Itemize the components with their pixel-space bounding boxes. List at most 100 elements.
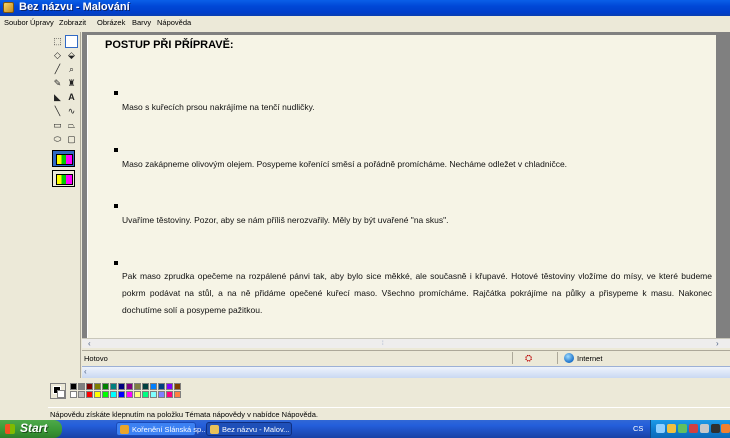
step-2-text: Maso zakápneme olivovým olejem. Posypeme…	[122, 159, 568, 169]
bullet-1	[114, 91, 118, 95]
color-palette	[48, 381, 208, 401]
rect-select-icon[interactable]	[65, 35, 78, 48]
tool-box: ⬚ ◇ ⬙ ╱ ⌕ ✎ ♜ ◣ A ╲ ∿ ▭ ⏢ ⬭ ▢	[48, 32, 81, 378]
palette-swatch[interactable]	[102, 383, 109, 390]
antivirus-icon[interactable]	[689, 424, 698, 433]
palette-swatch[interactable]	[70, 383, 77, 390]
status-bar: Nápovědu získáte klepnutím na položku Té…	[48, 407, 730, 420]
tray-app-icon[interactable]	[700, 424, 709, 433]
transparent-option-icon[interactable]	[52, 170, 75, 187]
paint-app-icon[interactable]	[3, 2, 14, 13]
browser-icon	[120, 425, 129, 434]
pencil-icon[interactable]: ✎	[51, 77, 64, 90]
palette-swatch[interactable]	[166, 391, 173, 398]
magnifier-icon[interactable]: ⌕	[65, 63, 78, 76]
polygon-icon[interactable]: ⏢	[65, 119, 78, 132]
color-picker-icon[interactable]: ╱	[51, 63, 64, 76]
palette-swatch[interactable]	[70, 391, 77, 398]
palette-swatch[interactable]	[94, 391, 101, 398]
rectangle-icon[interactable]: ▭	[51, 119, 64, 132]
palette-swatch[interactable]	[78, 383, 85, 390]
tray-app-icon[interactable]	[711, 424, 720, 433]
palette-swatch[interactable]	[86, 383, 93, 390]
text-icon[interactable]: A	[65, 91, 78, 104]
curve-icon[interactable]: ∿	[65, 105, 78, 118]
palette-swatch[interactable]	[110, 383, 117, 390]
palette-swatch[interactable]	[174, 383, 181, 390]
system-tray	[650, 420, 730, 438]
taskbar-label: Bez názvu - Malov...	[222, 425, 290, 434]
menu-napoveda[interactable]: Nápověda	[157, 18, 191, 27]
palette-swatch[interactable]	[166, 383, 173, 390]
paint-window: Bez názvu - Malování Soubor Úpravy Zobra…	[0, 0, 730, 438]
palette-swatch[interactable]	[158, 391, 165, 398]
scroll-left-icon[interactable]: ‹	[88, 339, 91, 349]
security-lock-icon: ⛭	[525, 353, 533, 363]
bullet-2	[114, 148, 118, 152]
opaque-option-icon[interactable]	[52, 150, 75, 167]
taskbar-button-browser[interactable]: Kořenění Slánská sp...	[116, 422, 207, 436]
scroll-right-icon[interactable]: ›	[716, 339, 719, 349]
eraser-icon[interactable]: ◇	[51, 49, 64, 62]
palette-swatch[interactable]	[126, 391, 133, 398]
palette-swatch[interactable]	[174, 391, 181, 398]
palette-swatch[interactable]	[126, 383, 133, 390]
globe-icon	[564, 353, 574, 363]
ellipse-icon[interactable]: ⬭	[51, 133, 64, 146]
security-center-icon[interactable]	[678, 424, 687, 433]
status-text: Hotovo	[84, 354, 108, 363]
taskbar-label: Kořenění Slánská sp...	[132, 425, 208, 434]
airbrush-icon[interactable]: ◣	[51, 91, 64, 104]
menu-upravy[interactable]: Úpravy	[30, 18, 54, 27]
step-4-text: Pak maso zprudka opečeme na rozpálené pá…	[122, 271, 712, 315]
rounded-rect-icon[interactable]: ▢	[65, 133, 78, 146]
palette-swatch[interactable]	[78, 391, 85, 398]
status-divider	[557, 352, 558, 364]
bullet-3	[114, 204, 118, 208]
palette-swatch[interactable]	[142, 383, 149, 390]
menu-obrazek[interactable]: Obrázek	[97, 18, 125, 27]
volume-icon[interactable]	[667, 424, 676, 433]
start-button[interactable]: Start	[0, 420, 62, 438]
palette-swatch[interactable]	[118, 383, 125, 390]
palette-swatch[interactable]	[150, 391, 157, 398]
menu-barvy[interactable]: Barvy	[132, 18, 151, 27]
start-label: Start	[20, 421, 48, 435]
menu-soubor[interactable]: Soubor	[4, 18, 28, 27]
palette-swatch[interactable]	[118, 391, 125, 398]
current-colors[interactable]	[50, 383, 66, 399]
network-icon[interactable]	[656, 424, 665, 433]
palette-swatch[interactable]	[142, 391, 149, 398]
scroll-left-icon[interactable]: ‹	[84, 367, 87, 376]
security-zone-label: Internet	[577, 354, 603, 363]
fill-bucket-icon[interactable]: ⬙	[65, 49, 78, 62]
palette-swatch[interactable]	[102, 391, 109, 398]
brush-icon[interactable]: ♜	[65, 77, 78, 90]
tray-app-icon[interactable]	[721, 424, 730, 433]
canvas-area: POSTUP PŘI PŘÍPRAVĚ: Maso s kuřecích prs…	[82, 32, 730, 348]
palette-swatch[interactable]	[110, 391, 117, 398]
palette-swatch[interactable]	[86, 391, 93, 398]
taskbar-button-paint[interactable]: Bez názvu - Malov...	[206, 422, 292, 436]
secondary-scrollbar[interactable]: ‹	[82, 366, 730, 378]
browser-status-bar: Hotovo ⛭ Internet	[82, 350, 730, 365]
windows-logo-icon	[5, 424, 15, 434]
scroll-thumb-grip[interactable]: ⁞	[382, 339, 384, 349]
drawing-canvas[interactable]: POSTUP PŘI PŘÍPRAVĚ: Maso s kuřecích prs…	[87, 35, 716, 341]
palette-swatch[interactable]	[94, 383, 101, 390]
palette-swatch[interactable]	[134, 383, 141, 390]
palette-swatch[interactable]	[150, 383, 157, 390]
menu-zobrazit[interactable]: Zobrazit	[59, 18, 86, 27]
line-icon[interactable]: ╲	[51, 105, 64, 118]
help-hint-text: Nápovědu získáte klepnutím na položku Té…	[50, 410, 318, 419]
paint-icon	[210, 425, 219, 434]
canvas-horizontal-scrollbar[interactable]: ‹ ⁞ ›	[82, 338, 730, 348]
palette-swatch[interactable]	[134, 391, 141, 398]
bullet-4	[114, 261, 118, 265]
menu-bar: Soubor Úpravy Zobrazit Obrázek Barvy Náp…	[0, 16, 730, 29]
palette-swatch[interactable]	[158, 383, 165, 390]
title-bar[interactable]: Bez názvu - Malování	[0, 0, 730, 16]
step-1-text: Maso s kuřecích prsou nakrájíme na tenčí…	[122, 102, 315, 112]
language-indicator[interactable]: CS	[633, 424, 643, 433]
free-select-icon[interactable]: ⬚	[51, 35, 64, 48]
